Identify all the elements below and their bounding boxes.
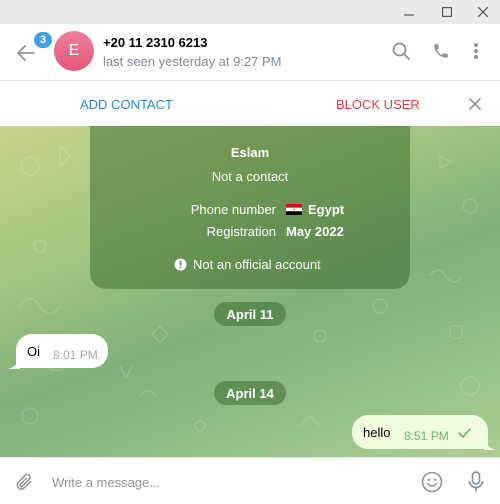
chat-area[interactable]: Eslam Not a contact Phone number Egypt R… (0, 126, 500, 457)
maximize-icon[interactable] (430, 0, 464, 24)
message-time: 8:51 PM (404, 429, 449, 443)
contact-action-bar: ADD CONTACT BLOCK USER (0, 80, 500, 126)
emoji-icon[interactable] (420, 470, 444, 494)
add-contact-button[interactable]: ADD CONTACT (80, 97, 173, 112)
registration-value: May 2022 (286, 224, 344, 239)
phone-number-value: Egypt (286, 202, 344, 217)
read-check-icon (458, 428, 471, 438)
phone-number-label: Phone number (190, 202, 276, 217)
window-titlebar (0, 0, 500, 24)
block-user-button[interactable]: BLOCK USER (336, 97, 420, 112)
minimize-icon[interactable] (392, 0, 426, 24)
outgoing-message[interactable]: hello 8:51 PM (352, 415, 488, 449)
unread-badge: 3 (33, 31, 53, 49)
message-composer (0, 457, 500, 504)
egypt-flag-icon (286, 204, 302, 215)
official-warning: Not an official account (174, 257, 321, 272)
more-vertical-icon[interactable] (465, 40, 487, 62)
info-subtitle: Not a contact (211, 169, 289, 184)
close-icon[interactable] (464, 93, 486, 115)
message-text: Oi (27, 344, 40, 359)
date-separator: April 11 (214, 302, 286, 326)
peer-info-card: Eslam Not a contact Phone number Egypt R… (90, 126, 410, 289)
phone-icon[interactable] (430, 40, 452, 62)
info-name: Eslam (230, 145, 270, 160)
registration-label: Registration (206, 224, 276, 239)
date-separator: April 14 (214, 381, 286, 405)
message-input[interactable] (52, 470, 392, 494)
incoming-message[interactable]: Oi 8:01 PM (16, 334, 108, 368)
official-warning-text: Not an official account (193, 257, 321, 272)
search-icon[interactable] (390, 40, 412, 62)
peer-phone[interactable]: +20 11 2310 6213 (103, 35, 207, 50)
message-text: hello (363, 425, 391, 440)
avatar[interactable]: E (54, 31, 94, 71)
microphone-icon[interactable] (464, 470, 488, 494)
message-time: 8:01 PM (53, 348, 98, 362)
peer-status: last seen yesterday at 9:27 PM (103, 54, 282, 69)
chat-header: 3 E +20 11 2310 6213 last seen yesterday… (0, 24, 500, 80)
paperclip-icon[interactable] (12, 470, 36, 494)
close-icon[interactable] (466, 0, 500, 24)
bubble-tail (484, 440, 496, 450)
info-alert-icon (174, 258, 187, 271)
phone-country: Egypt (308, 202, 345, 217)
